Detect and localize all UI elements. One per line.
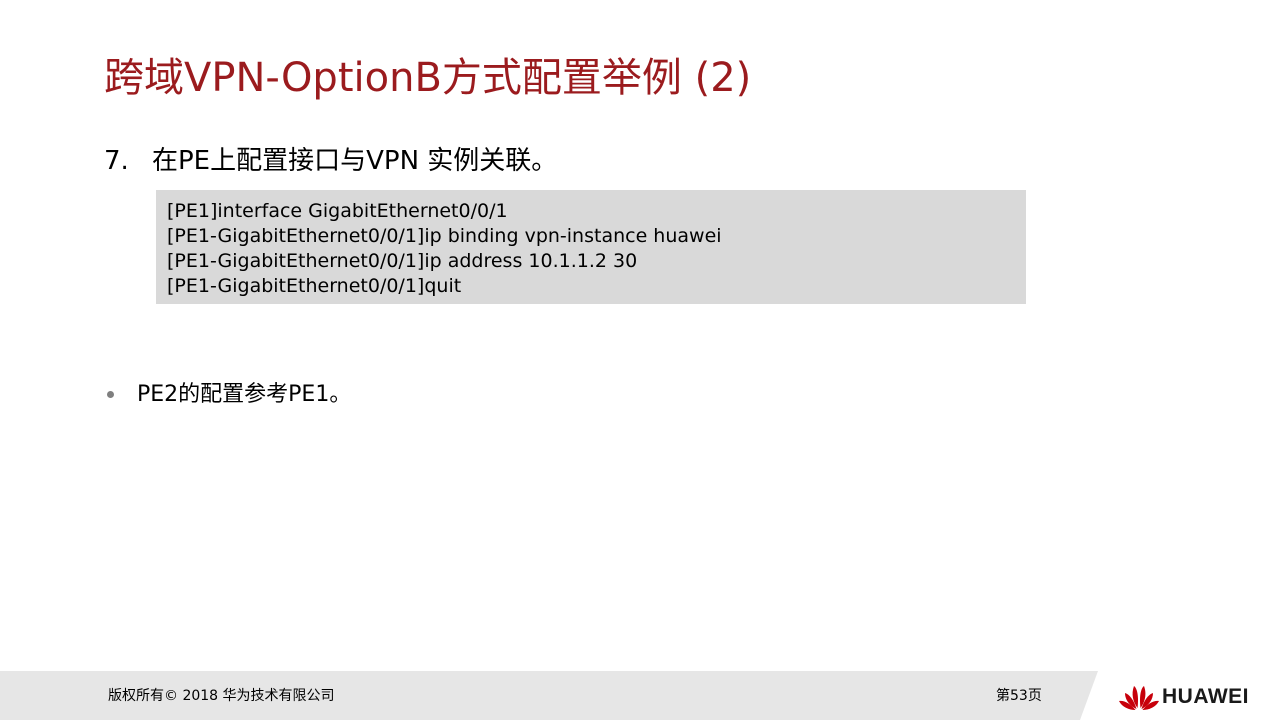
copyright-text: 版权所有© 2018 华为技术有限公司: [108, 688, 335, 704]
huawei-logo: HUAWEI: [1118, 682, 1249, 712]
logo-text: HUAWEI: [1162, 685, 1249, 708]
step-item: 7. 在PE上配置接口与VPN 实例关联。: [104, 140, 557, 182]
footer-bar: 版权所有© 2018 华为技术有限公司 第53页 HUAWEI: [0, 671, 1280, 720]
bullet-item: PE2的配置参考PE1。: [104, 378, 351, 412]
slide-title: 跨域VPN-OptionB方式配置举例 (2): [104, 55, 752, 101]
bullet-text: PE2的配置参考PE1。: [137, 382, 352, 407]
huawei-petal-logo-icon: [1119, 686, 1159, 710]
page-number: 第53页: [996, 688, 1042, 704]
step-text: 在PE上配置接口与VPN 实例关联。: [152, 146, 558, 176]
code-line: [PE1-GigabitEthernet0/0/1]ip binding vpn…: [167, 225, 722, 247]
slide: 跨域VPN-OptionB方式配置举例 (2) 7. 在PE上配置接口与VPN 实…: [0, 0, 1280, 720]
bullet-dot-icon: [107, 390, 114, 398]
step-number: 7.: [104, 146, 129, 176]
code-line: [PE1]interface GigabitEthernet0/0/1: [167, 200, 508, 222]
code-line: [PE1-GigabitEthernet0/0/1]quit: [167, 275, 462, 297]
code-line: [PE1-GigabitEthernet0/0/1]ip address 10.…: [167, 250, 638, 272]
code-block: [PE1]interface GigabitEthernet0/0/1 [PE1…: [156, 190, 1026, 304]
